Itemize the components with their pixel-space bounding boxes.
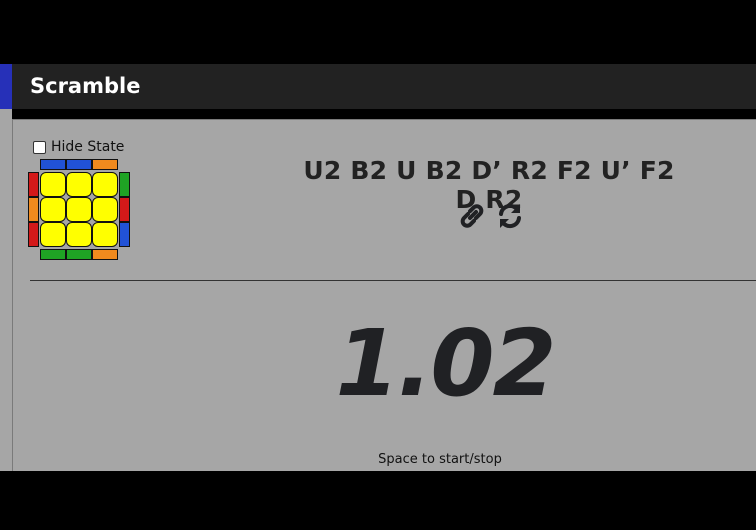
- cube-state-preview: [28, 159, 130, 260]
- hide-state-label: Hide State: [51, 139, 125, 155]
- cube-sticker-top-2: [66, 159, 92, 170]
- cube-face-sticker: [92, 222, 118, 247]
- cube-sticker-bottom-2: [66, 249, 92, 260]
- cube-sticker-bottom-3: [92, 249, 118, 260]
- header-accent-bar: [0, 64, 12, 109]
- timer-display[interactable]: 1.02: [300, 310, 590, 417]
- cube-sticker-right-3: [119, 222, 130, 247]
- cube-sticker-top-3: [92, 159, 118, 170]
- cube-face-sticker: [40, 222, 66, 247]
- cube-sticker-bottom-1: [40, 249, 66, 260]
- scramble-actions: [456, 200, 526, 232]
- cube-face-sticker: [66, 197, 92, 222]
- cube-face-sticker: [92, 197, 118, 222]
- header-title: Scramble: [30, 74, 141, 98]
- link-icon[interactable]: [456, 200, 488, 232]
- cube-sticker-left-2: [28, 197, 39, 222]
- cube-face-sticker: [92, 172, 118, 197]
- refresh-icon[interactable]: [494, 200, 526, 232]
- cube-sticker-right-2: [119, 197, 130, 222]
- cube-sticker-top-1: [40, 159, 66, 170]
- start-stop-hint: Space to start/stop: [378, 452, 502, 467]
- scramble-header: Scramble: [0, 64, 756, 109]
- cube-face-sticker: [40, 172, 66, 197]
- cube-face-sticker: [66, 172, 92, 197]
- cube-sticker-left-1: [28, 172, 39, 197]
- hide-state-checkbox[interactable]: [33, 140, 46, 154]
- hide-state-toggle[interactable]: Hide State: [33, 139, 124, 155]
- cube-face-sticker: [40, 197, 66, 222]
- divider: [30, 280, 756, 281]
- cube-sticker-left-3: [28, 222, 39, 247]
- left-strip: [0, 109, 12, 471]
- cube-sticker-right-1: [119, 172, 130, 197]
- cube-face-sticker: [66, 222, 92, 247]
